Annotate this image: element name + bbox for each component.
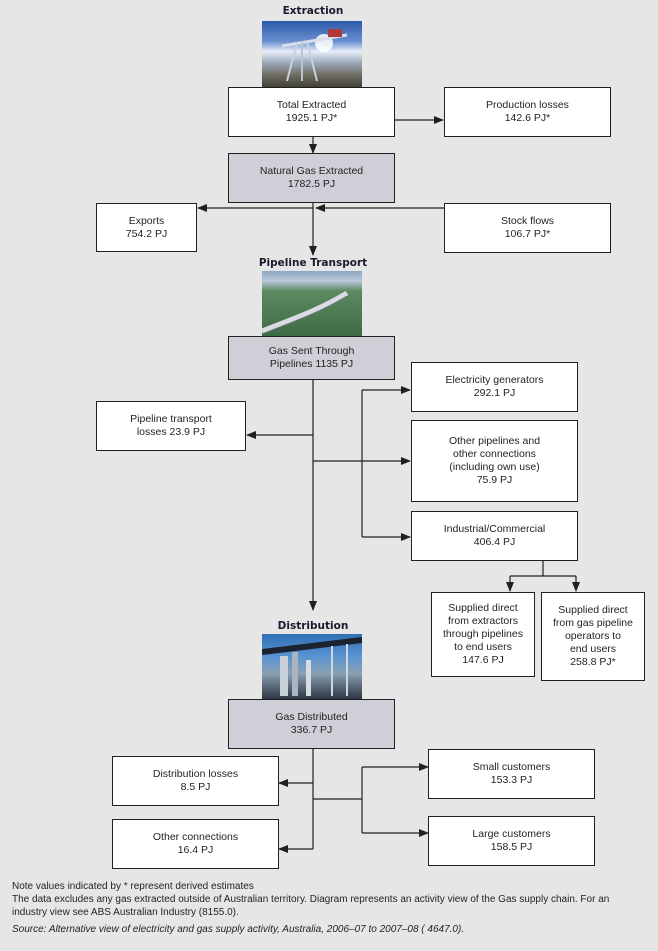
pipeline-landscape-photo xyxy=(262,271,362,337)
node-gas-sent-through-pipelines: Gas Sent Through Pipelines 1135 PJ xyxy=(228,336,395,380)
node-electricity-generators: Electricity generators 292.1 PJ xyxy=(411,362,578,412)
node-pipeline-transport-losses: Pipeline transport losses 23.9 PJ xyxy=(96,401,246,451)
note-estimates: Note values indicated by * represent der… xyxy=(12,881,254,892)
node-exports: Exports 754.2 PJ xyxy=(96,203,197,252)
node-supplied-direct-pipeline-operators: Supplied direct from gas pipeline operat… xyxy=(541,592,645,681)
pipeline-icon xyxy=(262,290,349,335)
node-small-customers: Small customers 153.3 PJ xyxy=(428,749,595,799)
node-gas-distributed: Gas Distributed 336.7 PJ xyxy=(228,699,395,749)
industrial-pipes-photo xyxy=(262,634,362,700)
note-scope: The data excludes any gas extracted outs… xyxy=(12,894,610,918)
footnotes: Note values indicated by * represent der… xyxy=(12,880,642,936)
section-title-distribution: Distribution xyxy=(277,620,349,632)
node-other-connections: Other connections 16.4 PJ xyxy=(112,819,279,869)
node-stock-flows: Stock flows 106.7 PJ* xyxy=(444,203,611,253)
section-title-pipeline: Pipeline Transport xyxy=(258,257,368,269)
oil-pump-jack-photo xyxy=(262,21,362,89)
node-total-extracted: Total Extracted 1925.1 PJ* xyxy=(228,87,395,137)
node-other-pipelines: Other pipelines and other connections (i… xyxy=(411,420,578,502)
node-supplied-direct-extractors: Supplied direct from extractors through … xyxy=(431,592,535,677)
source-citation: Source: Alternative view of electricity … xyxy=(12,924,465,935)
node-large-customers: Large customers 158.5 PJ xyxy=(428,816,595,866)
industrial-pipes-icon xyxy=(262,637,362,696)
node-distribution-losses: Distribution losses 8.5 PJ xyxy=(112,756,279,806)
pump-jack-silhouette-icon xyxy=(281,29,348,82)
node-production-losses: Production losses 142.6 PJ* xyxy=(444,87,611,137)
node-industrial-commercial: Industrial/Commercial 406.4 PJ xyxy=(411,511,578,561)
section-title-extraction: Extraction xyxy=(282,5,344,17)
node-natural-gas-extracted: Natural Gas Extracted 1782.5 PJ xyxy=(228,153,395,203)
